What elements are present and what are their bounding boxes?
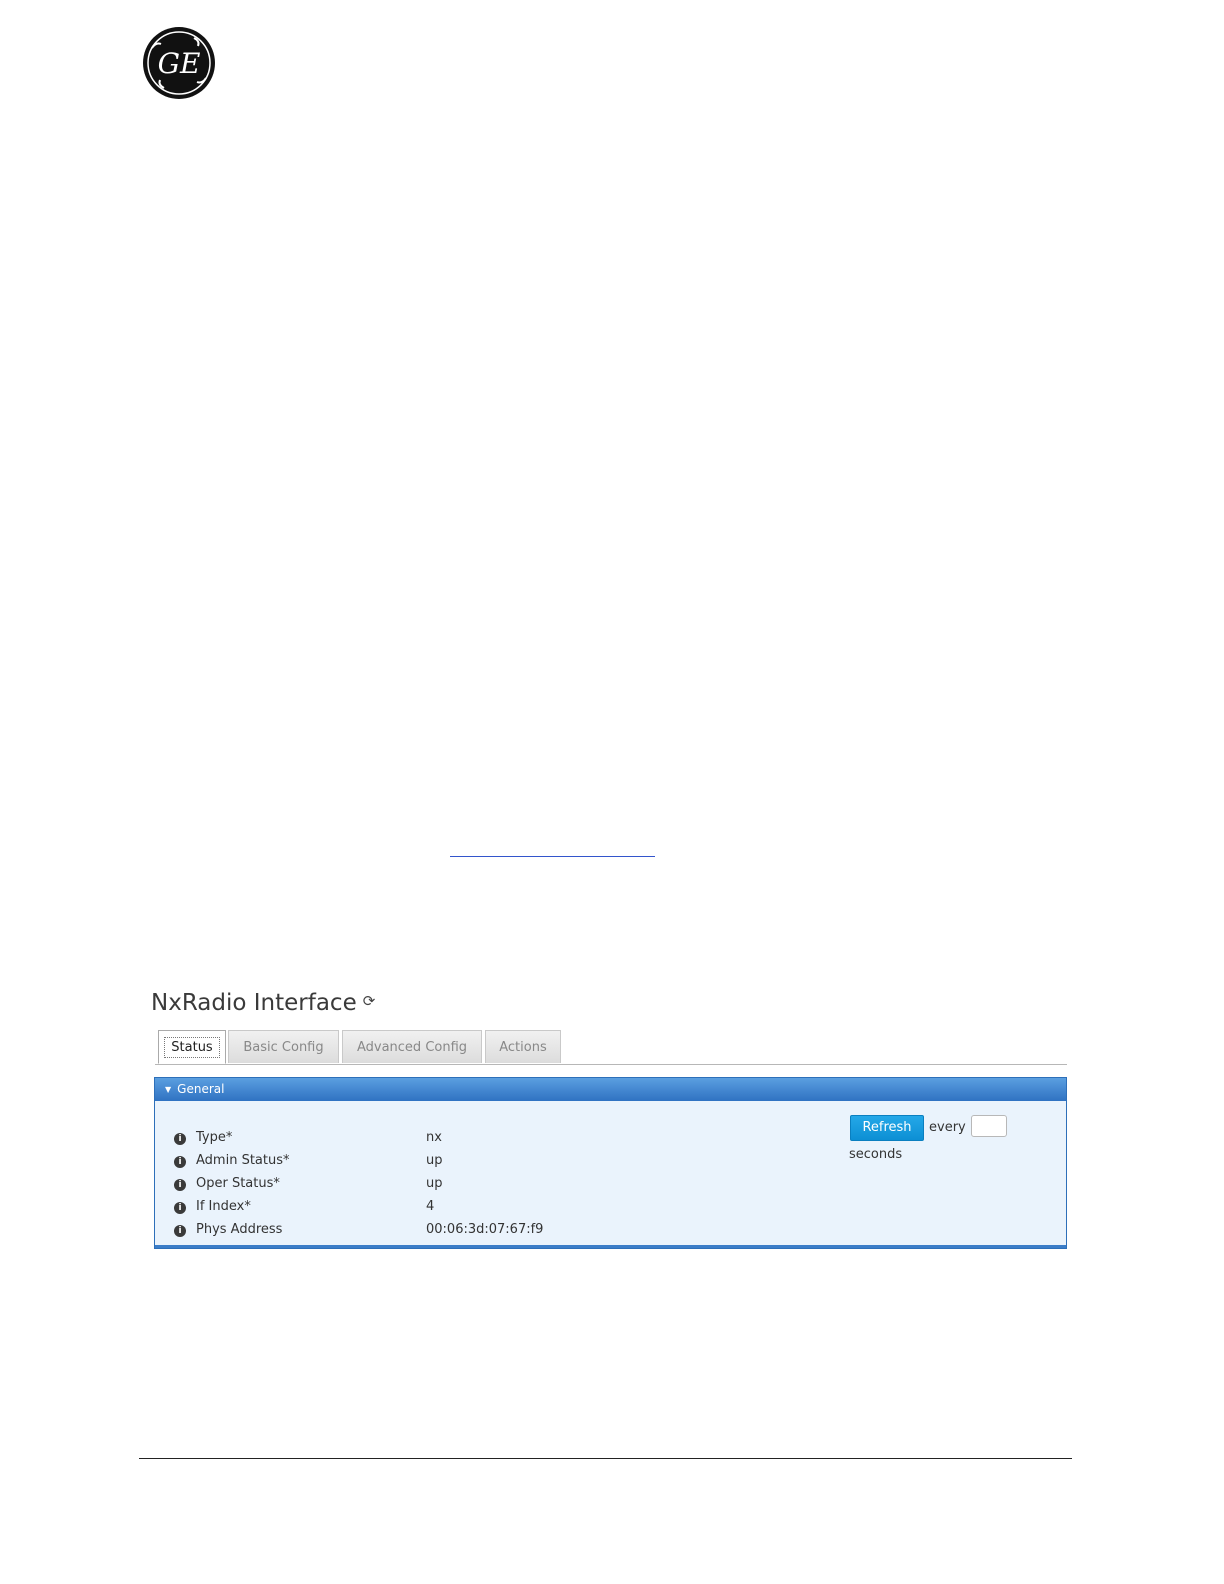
field-value: nx <box>426 1130 442 1145</box>
tab-status-label: Status <box>164 1037 220 1058</box>
general-section-header[interactable]: ▼ General <box>155 1078 1066 1101</box>
refresh-icon[interactable]: ⟳ <box>363 992 376 1010</box>
general-section-title: General <box>177 1082 225 1096</box>
field-value: 4 <box>426 1199 435 1214</box>
field-label: If Index* <box>196 1199 251 1214</box>
info-icon[interactable]: i <box>174 1202 186 1214</box>
field-value: up <box>426 1176 443 1191</box>
tab-basic-config-label: Basic Config <box>243 1040 324 1055</box>
field-label: Phys Address <box>196 1222 283 1237</box>
page-title: NxRadio Interface ⟳ <box>151 990 375 1016</box>
every-label: every <box>929 1120 966 1135</box>
hyperlink-underline <box>450 856 655 857</box>
tab-advanced-config-label: Advanced Config <box>356 1040 468 1055</box>
tab-actions-label: Actions <box>499 1040 547 1055</box>
field-value: 00:06:3d:07:67:f9 <box>426 1222 544 1237</box>
tab-basic-config[interactable]: Basic Config <box>228 1030 339 1063</box>
info-icon[interactable]: i <box>174 1225 186 1237</box>
field-value: up <box>426 1153 443 1168</box>
ge-logo: GE <box>143 27 215 99</box>
info-icon[interactable]: i <box>174 1156 186 1168</box>
caret-down-icon: ▼ <box>165 1085 172 1094</box>
tab-bar: Status Basic Config Advanced Config Acti… <box>155 1030 1067 1065</box>
tab-advanced-config[interactable]: Advanced Config <box>342 1030 482 1063</box>
field-label: Oper Status* <box>196 1176 280 1191</box>
footer-divider <box>139 1458 1072 1459</box>
tab-status[interactable]: Status <box>158 1030 226 1064</box>
logo-text: GE <box>158 47 201 80</box>
field-label: Type* <box>196 1130 233 1145</box>
refresh-button[interactable]: Refresh <box>850 1115 924 1141</box>
info-icon[interactable]: i <box>174 1179 186 1191</box>
section-bottom-border <box>155 1245 1066 1248</box>
info-icon[interactable]: i <box>174 1133 186 1145</box>
field-label: Admin Status* <box>196 1153 290 1168</box>
general-section: ▼ General i Type* nx i Admin Status* up i… <box>154 1077 1067 1249</box>
page-title-text: NxRadio Interface <box>151 990 357 1016</box>
refresh-interval-input[interactable] <box>971 1115 1007 1137</box>
seconds-label: seconds <box>849 1147 903 1162</box>
tab-actions[interactable]: Actions <box>485 1030 561 1063</box>
